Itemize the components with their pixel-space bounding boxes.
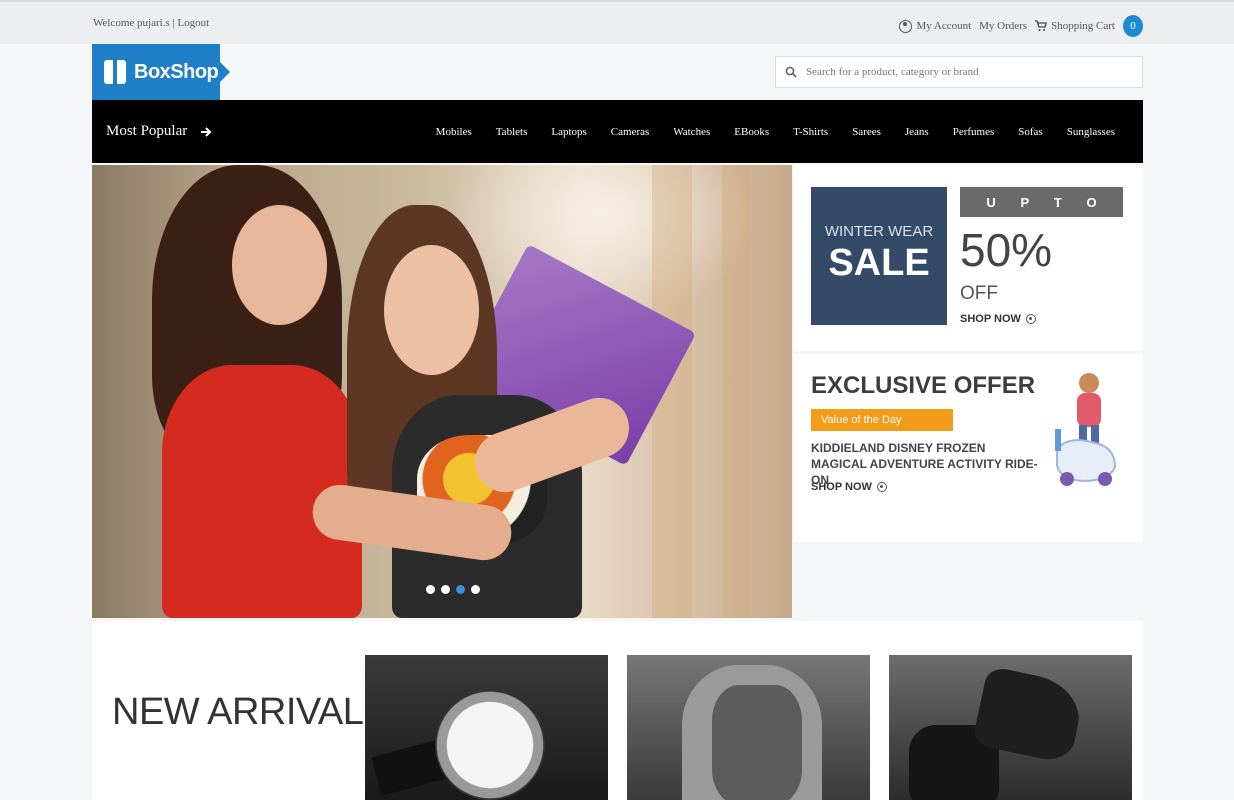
shopper-face [384, 245, 479, 375]
carousel-dot[interactable] [471, 585, 480, 594]
arrival-boots-thumbnail[interactable] [889, 655, 1132, 800]
nav-item-laptops[interactable]: Laptops [539, 126, 598, 138]
winter-wear-label: WINTER WEAR [824, 223, 934, 240]
nav-items: Mobiles Tablets Laptops Cameras Watches … [424, 126, 1127, 138]
background-pillar [722, 165, 750, 618]
brand-logo[interactable]: BoxShop [92, 44, 230, 100]
upto-letter: U [986, 194, 996, 210]
circle-arrow-icon [876, 482, 887, 492]
my-account-label: My Account [916, 20, 972, 32]
new-arrivals-section: NEW ARRIVALS [92, 621, 1143, 800]
nav-item-perfumes[interactable]: Perfumes [941, 126, 1007, 138]
shopping-cart-label: Shopping Cart [1051, 20, 1115, 32]
search-bar [775, 56, 1143, 88]
arrival-jacket-thumbnail[interactable] [627, 655, 870, 800]
cart-count-badge: 0 [1123, 15, 1143, 37]
welcome-label: Welcome pujari.s | [93, 17, 178, 29]
account-links: My Account My Orders Shopping Cart 0 [899, 14, 1143, 38]
arrival-watch-thumbnail[interactable] [365, 655, 608, 800]
nav-item-sarees[interactable]: Sarees [840, 126, 893, 138]
category-nav: Most Popular Mobiles Tablets Laptops Cam… [92, 100, 1143, 163]
sale-label: SALE [828, 242, 930, 284]
most-popular-label: Most Popular [106, 123, 188, 139]
carousel-dot-active[interactable] [456, 585, 465, 594]
box-logo-icon [104, 60, 126, 84]
search-input[interactable] [806, 66, 1126, 78]
nav-item-mobiles[interactable]: Mobiles [424, 126, 484, 138]
welcome-text: Welcome pujari.s | Logout [93, 17, 209, 29]
cart-icon [1035, 20, 1047, 31]
user-icon [899, 19, 913, 33]
nav-item-sofas[interactable]: Sofas [1006, 126, 1054, 138]
logo-text: BoxShop [134, 60, 219, 83]
upto-letter: T [1053, 194, 1062, 210]
my-orders-label: My Orders [979, 20, 1028, 32]
logout-link[interactable]: Logout [177, 17, 209, 29]
shop-now-link[interactable]: SHOP NOW [960, 313, 1036, 325]
nav-item-tshirts[interactable]: T-Shirts [781, 126, 840, 138]
nav-item-watches[interactable]: Watches [661, 126, 722, 138]
hero-carousel[interactable] [92, 165, 792, 618]
jacket-detail [712, 685, 802, 800]
circle-arrow-icon [1025, 314, 1036, 324]
new-arrivals-heading: NEW ARRIVALS [112, 691, 389, 733]
shop-now-label: SHOP NOW [811, 481, 872, 493]
winter-sale-promo[interactable]: WINTER WEAR SALE U P T O 50% OFF SHOP NO… [794, 165, 1143, 351]
carousel-dot[interactable] [426, 585, 435, 594]
upto-letter: P [1020, 194, 1030, 210]
exclusive-offer-promo[interactable]: EXCLUSIVE OFFER Value of the Day KIDDIEL… [794, 354, 1143, 542]
my-account-link[interactable]: My Account [899, 19, 972, 33]
nav-item-sunglasses[interactable]: Sunglasses [1055, 126, 1127, 138]
shop-now-label: SHOP NOW [960, 313, 1021, 325]
my-orders-link[interactable]: My Orders [979, 20, 1027, 32]
off-label: OFF [960, 283, 998, 304]
ride-on-toy-image [1055, 373, 1117, 486]
carousel-dot[interactable] [441, 585, 450, 594]
shop-now-link[interactable]: SHOP NOW [811, 481, 887, 493]
nav-item-ebooks[interactable]: EBooks [722, 126, 781, 138]
winter-sale-panel: WINTER WEAR SALE [811, 187, 947, 325]
nav-item-cameras[interactable]: Cameras [599, 126, 661, 138]
upto-letter: O [1086, 194, 1097, 210]
nav-item-tablets[interactable]: Tablets [484, 126, 540, 138]
search-icon[interactable] [776, 66, 806, 78]
carousel-dots [426, 585, 480, 594]
arrow-right-icon [201, 126, 212, 137]
upto-banner: U P T O [960, 187, 1123, 217]
exclusive-offer-title: EXCLUSIVE OFFER [811, 372, 1036, 399]
most-popular-menu[interactable]: Most Popular [106, 123, 213, 140]
shopping-cart-link[interactable]: Shopping Cart 0 [1035, 15, 1143, 37]
shopper-face [232, 205, 327, 325]
discount-percent: 50% [960, 224, 1053, 276]
top-bar: Welcome pujari.s | Logout My Account My … [0, 0, 1234, 44]
nav-item-jeans[interactable]: Jeans [893, 126, 941, 138]
watch-face [435, 690, 545, 800]
value-of-day-badge: Value of the Day [811, 409, 953, 431]
